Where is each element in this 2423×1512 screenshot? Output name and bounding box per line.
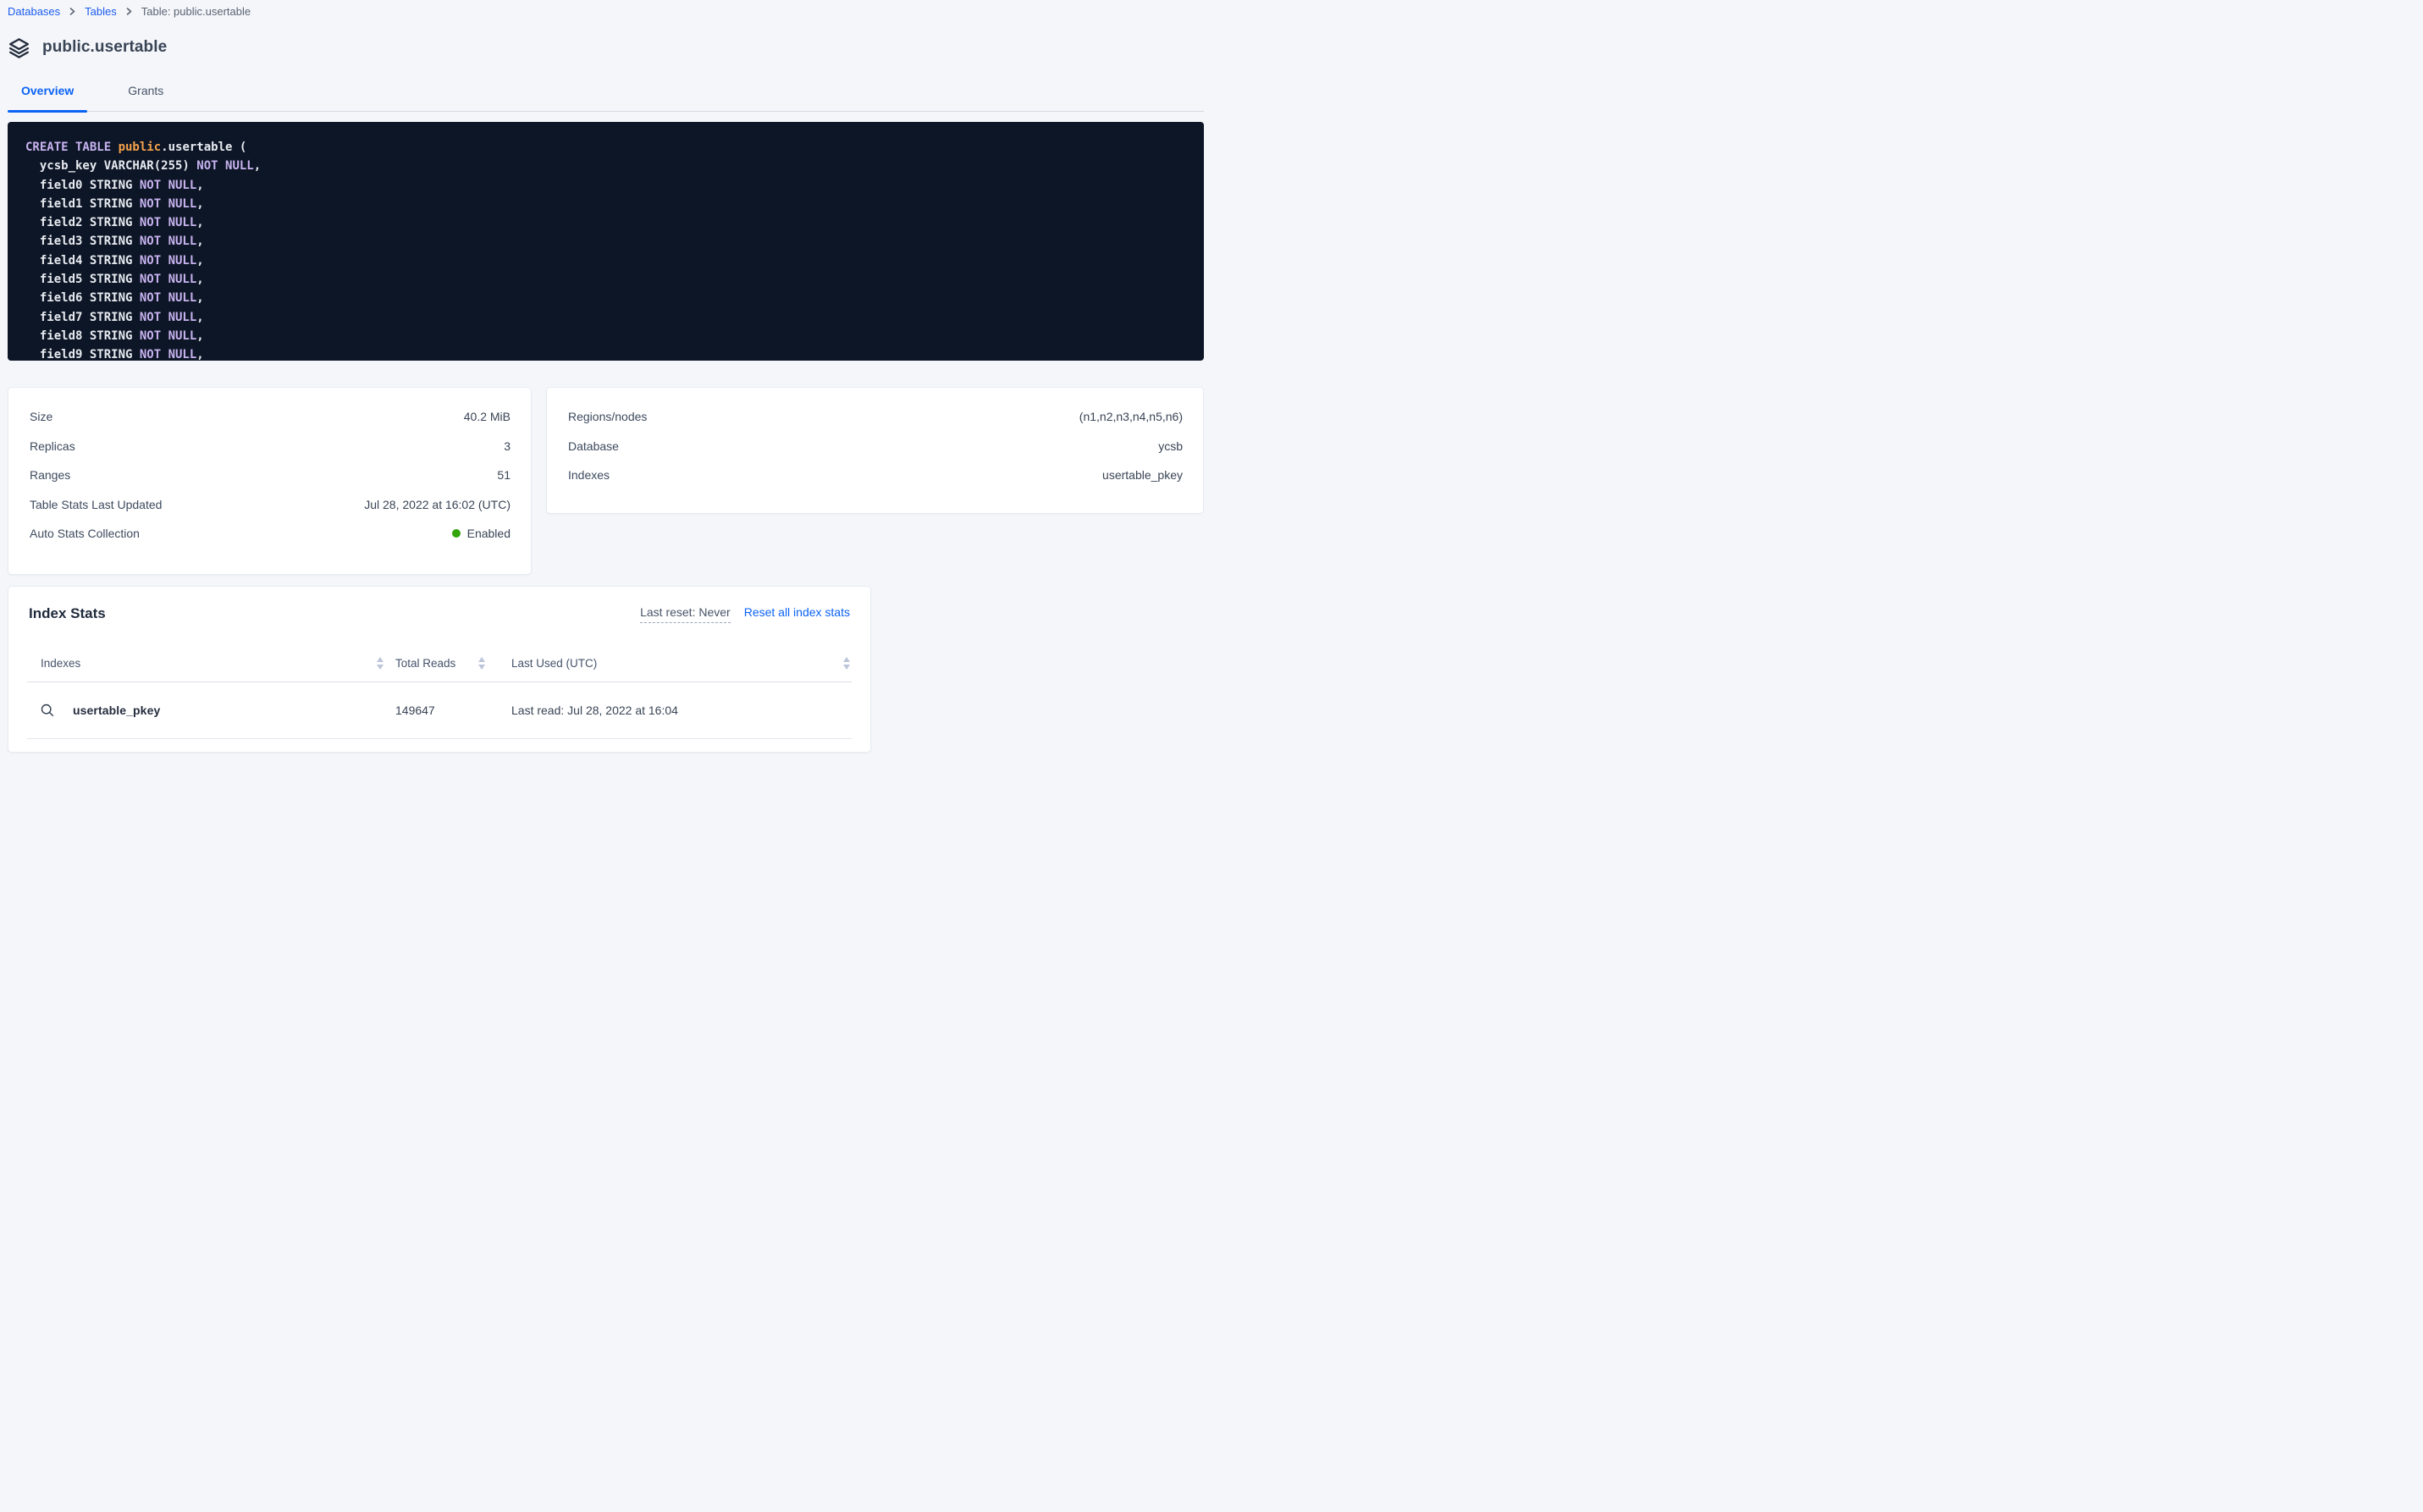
total-reads-value: 149647 — [395, 704, 435, 717]
status-badge: Enabled — [452, 527, 511, 540]
sql-line: ycsb_key VARCHAR(255) NOT NULL, — [25, 157, 1184, 175]
column-header-indexes[interactable]: Indexes — [41, 657, 395, 670]
sort-arrows-icon[interactable] — [377, 657, 384, 670]
index-stats-card: Index Stats Last reset: Never Reset all … — [8, 586, 871, 753]
page-title: public.usertable — [42, 38, 167, 57]
index-stats-actions: Last reset: Never Reset all index stats — [640, 604, 850, 623]
stat-value: (n1,n2,n3,n4,n5,n6) — [1079, 410, 1183, 423]
breadcrumb-current: Table: public.usertable — [141, 5, 251, 18]
column-header-last-used[interactable]: Last Used (UTC) — [511, 657, 850, 670]
sql-line: field1 STRING NOT NULL, — [25, 195, 1184, 213]
table-row-divider — [27, 738, 852, 739]
stat-label: Database — [568, 439, 619, 453]
last-used-value: Last read: Jul 28, 2022 at 16:04 — [511, 704, 678, 717]
stat-value: 51 — [497, 468, 511, 482]
index-stats-heading: Index Stats — [29, 604, 106, 624]
stat-row-replicas: Replicas 3 — [30, 432, 511, 461]
page-title-row: public.usertable — [8, 36, 1204, 59]
sql-line: field9 STRING NOT NULL, — [25, 345, 1184, 361]
active-tab-underline — [8, 110, 87, 113]
sql-line: field5 STRING NOT NULL, — [25, 270, 1184, 289]
sql-line: field8 STRING NOT NULL, — [25, 327, 1184, 345]
stat-value: Jul 28, 2022 at 16:02 (UTC) — [364, 498, 511, 511]
index-stats-header: Index Stats Last reset: Never Reset all … — [8, 587, 870, 624]
stat-label: Regions/nodes — [568, 410, 647, 423]
index-stats-row-usertable-pkey[interactable]: usertable_pkey 149647 Last read: Jul 28,… — [8, 682, 870, 738]
tab-grants[interactable]: Grants — [114, 80, 177, 111]
table-stats-card: Size 40.2 MiB Replicas 3 Ranges 51 Table… — [8, 387, 532, 575]
breadcrumb: Databases Tables Table: public.usertable — [8, 3, 1204, 19]
total-reads-cell: 149647 — [395, 704, 511, 717]
stat-label: Size — [30, 410, 52, 423]
last-reset-label[interactable]: Last reset: Never — [640, 605, 731, 623]
column-label: Total Reads — [395, 657, 455, 670]
status-enabled-dot — [452, 529, 461, 538]
index-stats-table-header: Indexes Total Reads Last Used (UTC) — [8, 644, 870, 682]
stat-label: Replicas — [30, 439, 75, 453]
last-used-cell: Last read: Jul 28, 2022 at 16:04 — [511, 704, 850, 717]
stat-label: Ranges — [30, 468, 70, 482]
table-details-page: Databases Tables Table: public.usertable… — [0, 3, 1212, 753]
stat-value: 3 — [504, 439, 511, 453]
sql-line: field7 STRING NOT NULL, — [25, 308, 1184, 327]
tab-grants-label: Grants — [128, 84, 163, 97]
sql-line: field4 STRING NOT NULL, — [25, 251, 1184, 270]
sql-line: field0 STRING NOT NULL, — [25, 176, 1184, 195]
stat-row-indexes: Indexes usertable_pkey — [568, 461, 1183, 490]
reset-all-index-stats-link[interactable]: Reset all index stats — [744, 605, 850, 619]
stat-row-regions: Regions/nodes (n1,n2,n3,n4,n5,n6) — [568, 402, 1183, 432]
stat-row-stats-updated: Table Stats Last Updated Jul 28, 2022 at… — [30, 490, 511, 520]
sort-arrows-icon[interactable] — [478, 657, 485, 670]
sort-arrows-icon[interactable] — [843, 657, 850, 670]
summary-cards-row: Size 40.2 MiB Replicas 3 Ranges 51 Table… — [8, 387, 1204, 575]
sql-line: field2 STRING NOT NULL, — [25, 213, 1184, 232]
stat-row-database: Database ycsb — [568, 432, 1183, 461]
status-text: Enabled — [467, 527, 511, 540]
sql-line: field6 STRING NOT NULL, — [25, 289, 1184, 307]
table-location-card: Regions/nodes (n1,n2,n3,n4,n5,n6) Databa… — [546, 387, 1204, 514]
index-name: usertable_pkey — [73, 704, 160, 717]
stat-value: 40.2 MiB — [464, 410, 511, 423]
tab-bar: Overview Grants — [8, 80, 1204, 112]
column-label: Last Used (UTC) — [511, 657, 597, 670]
stat-label: Table Stats Last Updated — [30, 498, 162, 511]
column-label: Indexes — [41, 657, 80, 670]
stat-value: usertable_pkey — [1102, 468, 1183, 482]
breadcrumb-link-databases[interactable]: Databases — [8, 5, 60, 18]
stat-label: Indexes — [568, 468, 610, 482]
stat-row-auto-stats: Auto Stats Collection Enabled — [30, 519, 511, 549]
index-name-cell: usertable_pkey — [41, 704, 395, 717]
stat-row-size: Size 40.2 MiB — [30, 402, 511, 432]
tab-overview[interactable]: Overview — [8, 80, 87, 111]
stack-layers-icon — [8, 36, 30, 59]
stat-row-ranges: Ranges 51 — [30, 461, 511, 490]
sql-line: CREATE TABLE public.usertable ( — [25, 138, 1184, 157]
breadcrumb-link-tables[interactable]: Tables — [85, 5, 117, 18]
column-header-total-reads[interactable]: Total Reads — [395, 657, 511, 670]
create-table-statement: CREATE TABLE public.usertable ( ycsb_key… — [8, 122, 1204, 361]
stat-value: ycsb — [1158, 439, 1183, 453]
chevron-right-icon — [68, 7, 77, 16]
stat-label: Auto Stats Collection — [30, 527, 140, 540]
chevron-right-icon — [124, 7, 134, 16]
sql-line: field3 STRING NOT NULL, — [25, 232, 1184, 251]
tab-overview-label: Overview — [21, 84, 74, 97]
magnifier-icon — [41, 704, 54, 717]
